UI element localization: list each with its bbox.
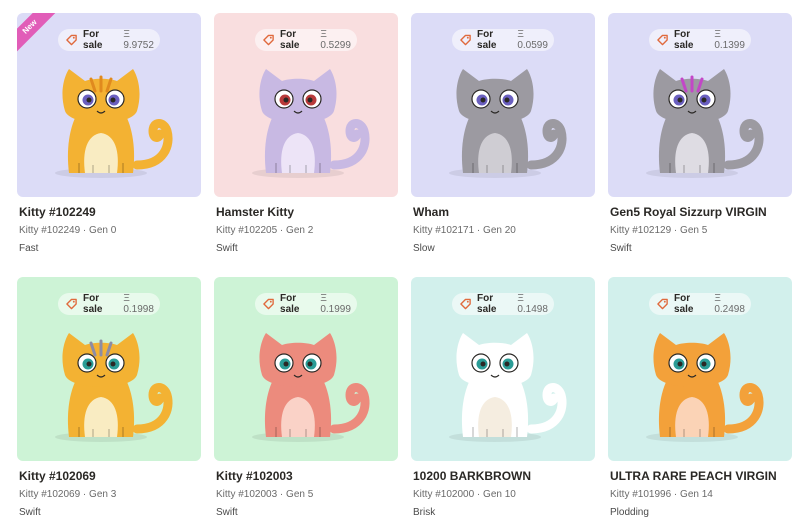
kitty-card[interactable]: For sale Ξ 0.1498 10200 BARKBROWN Kitty … <box>411 277 595 530</box>
for-sale-badge: For sale Ξ 9.9752 <box>58 29 160 51</box>
kitty-cooldown-speed: Fast <box>19 243 39 254</box>
kitty-cooldown-speed: Plodding <box>610 507 649 518</box>
price-tag-icon <box>66 298 77 310</box>
kitty-cooldown-speed: Swift <box>216 243 238 254</box>
kitty-tile[interactable]: For sale Ξ 0.1498 <box>411 277 595 461</box>
kitty-card[interactable]: For sale Ξ 0.2498 ULTRA RARE PEACH VIRGI… <box>608 277 792 530</box>
kitty-card[interactable]: For sale Ξ 0.1998 Kitty #102069 Kitty #1… <box>17 277 201 530</box>
for-sale-badge: For sale Ξ 0.1998 <box>58 293 160 315</box>
kitty-name[interactable]: 10200 BARKBROWN <box>413 469 531 483</box>
price-tag-icon <box>460 298 471 310</box>
kitty-card[interactable]: For sale Ξ 0.5299 Hamster Kitty Kitty #1… <box>214 13 398 273</box>
price-tag-icon <box>263 298 274 310</box>
for-sale-label: For sale <box>280 293 300 315</box>
kitty-id-generation: Kitty #101996 · Gen 14 <box>610 489 713 500</box>
price-value: Ξ 0.1399 <box>714 29 745 51</box>
kitty-image <box>55 333 173 442</box>
price-value: Ξ 0.0599 <box>517 29 548 51</box>
kitty-cooldown-speed: Swift <box>610 243 632 254</box>
kitty-id-generation: Kitty #102171 · Gen 20 <box>413 225 516 236</box>
for-sale-label: For sale <box>83 29 103 51</box>
kitty-tile[interactable]: For sale Ξ 9.9752 New <box>17 13 201 197</box>
price-tag-icon <box>263 34 274 46</box>
price-tag-icon <box>657 298 668 310</box>
for-sale-badge: For sale Ξ 0.1999 <box>255 293 357 315</box>
new-ribbon: New <box>17 13 61 58</box>
for-sale-badge: For sale Ξ 0.1399 <box>649 29 751 51</box>
kitty-card[interactable]: For sale Ξ 0.0599 Wham Kitty #102171 · G… <box>411 13 595 273</box>
kitty-name[interactable]: ULTRA RARE PEACH VIRGIN <box>610 469 777 483</box>
kitty-cooldown-speed: Swift <box>216 507 238 518</box>
price-value: Ξ 9.9752 <box>123 29 154 51</box>
kitty-card[interactable]: For sale Ξ 0.1399 Gen5 Royal Sizzurp VIR… <box>608 13 792 273</box>
kitty-grid: For sale Ξ 9.9752 New Kitty #102249 Kitt… <box>0 0 800 530</box>
for-sale-label: For sale <box>477 293 497 315</box>
for-sale-badge: For sale Ξ 0.1498 <box>452 293 554 315</box>
for-sale-label: For sale <box>674 293 694 315</box>
kitty-id-generation: Kitty #102000 · Gen 10 <box>413 489 516 500</box>
kitty-name[interactable]: Kitty #102249 <box>19 205 96 219</box>
price-tag-icon <box>460 34 471 46</box>
for-sale-label: For sale <box>83 293 103 315</box>
kitty-id-generation: Kitty #102249 · Gen 0 <box>19 225 117 236</box>
kitty-name[interactable]: Kitty #102069 <box>19 469 96 483</box>
for-sale-badge: For sale Ξ 0.0599 <box>452 29 554 51</box>
kitty-name[interactable]: Kitty #102003 <box>216 469 293 483</box>
kitty-tile[interactable]: For sale Ξ 0.2498 <box>608 277 792 461</box>
price-value: Ξ 0.5299 <box>320 29 351 51</box>
kitty-image <box>449 333 567 442</box>
kitty-cooldown-speed: Swift <box>19 507 41 518</box>
kitty-name[interactable]: Wham <box>413 205 449 219</box>
kitty-image <box>252 333 370 442</box>
for-sale-label: For sale <box>674 29 694 51</box>
kitty-tile[interactable]: For sale Ξ 0.1999 <box>214 277 398 461</box>
kitty-id-generation: Kitty #102003 · Gen 5 <box>216 489 314 500</box>
for-sale-badge: For sale Ξ 0.5299 <box>255 29 357 51</box>
kitty-tile[interactable]: For sale Ξ 0.5299 <box>214 13 398 197</box>
kitty-image <box>646 69 764 178</box>
kitty-name[interactable]: Hamster Kitty <box>216 205 294 219</box>
kitty-image <box>449 69 567 178</box>
for-sale-label: For sale <box>280 29 300 51</box>
kitty-id-generation: Kitty #102069 · Gen 3 <box>19 489 117 500</box>
kitty-tile[interactable]: For sale Ξ 0.0599 <box>411 13 595 197</box>
kitty-cooldown-speed: Slow <box>413 243 435 254</box>
price-tag-icon <box>657 34 668 46</box>
kitty-image <box>252 69 370 178</box>
kitty-cooldown-speed: Brisk <box>413 507 436 518</box>
for-sale-badge: For sale Ξ 0.2498 <box>649 293 751 315</box>
price-value: Ξ 0.1998 <box>123 293 154 315</box>
price-value: Ξ 0.1498 <box>517 293 548 315</box>
kitty-image <box>646 333 764 442</box>
kitty-tile[interactable]: For sale Ξ 0.1399 <box>608 13 792 197</box>
kitty-name[interactable]: Gen5 Royal Sizzurp VIRGIN <box>610 205 767 219</box>
kitty-id-generation: Kitty #102205 · Gen 2 <box>216 225 314 236</box>
price-value: Ξ 0.1999 <box>320 293 351 315</box>
price-tag-icon <box>66 34 77 46</box>
price-value: Ξ 0.2498 <box>714 293 745 315</box>
for-sale-label: For sale <box>477 29 497 51</box>
kitty-tile[interactable]: For sale Ξ 0.1998 <box>17 277 201 461</box>
kitty-card[interactable]: For sale Ξ 9.9752 New Kitty #102249 Kitt… <box>17 13 201 273</box>
kitty-card[interactable]: For sale Ξ 0.1999 Kitty #102003 Kitty #1… <box>214 277 398 530</box>
kitty-id-generation: Kitty #102129 · Gen 5 <box>610 225 708 236</box>
kitty-image <box>55 69 173 178</box>
